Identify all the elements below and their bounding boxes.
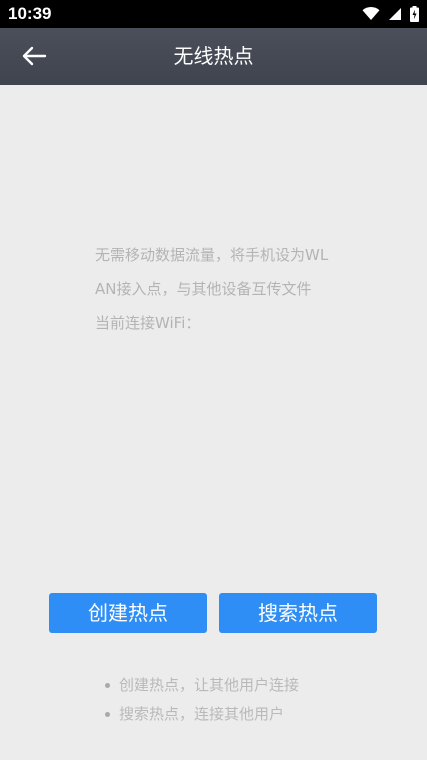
hotspot-content: 无需移动数据流量，将手机设为WLAN接入点，与其他设备互传文件 当前连接WiFi… bbox=[0, 85, 427, 760]
bullet-icon bbox=[105, 712, 110, 717]
hotspot-description: 无需移动数据流量，将手机设为WLAN接入点，与其他设备互传文件 当前连接WiFi… bbox=[95, 238, 331, 340]
tip-text: 搜索热点，连接其他用户 bbox=[119, 705, 285, 723]
bullet-icon bbox=[105, 683, 110, 688]
search-hotspot-button[interactable]: 搜索热点 bbox=[219, 593, 377, 633]
wifi-icon bbox=[362, 7, 380, 21]
battery-icon bbox=[410, 6, 419, 22]
description-text: 无需移动数据流量，将手机设为WLAN接入点，与其他设备互传文件 bbox=[95, 246, 329, 298]
status-time: 10:39 bbox=[8, 4, 52, 23]
tip-text: 创建热点，让其他用户连接 bbox=[119, 676, 300, 694]
status-icons bbox=[362, 6, 419, 22]
tip-item: 创建热点，让其他用户连接 bbox=[105, 671, 299, 700]
tips-list: 创建热点，让其他用户连接 搜索热点，连接其他用户 bbox=[105, 671, 299, 729]
current-wifi-label: 当前连接WiFi： bbox=[95, 314, 201, 332]
status-bar: 10:39 bbox=[0, 0, 427, 28]
create-hotspot-button[interactable]: 创建热点 bbox=[49, 593, 207, 633]
app-bar: 无线热点 bbox=[0, 28, 427, 85]
cell-signal-icon bbox=[388, 7, 402, 21]
tip-item: 搜索热点，连接其他用户 bbox=[105, 700, 299, 729]
page-title: 无线热点 bbox=[173, 44, 254, 68]
